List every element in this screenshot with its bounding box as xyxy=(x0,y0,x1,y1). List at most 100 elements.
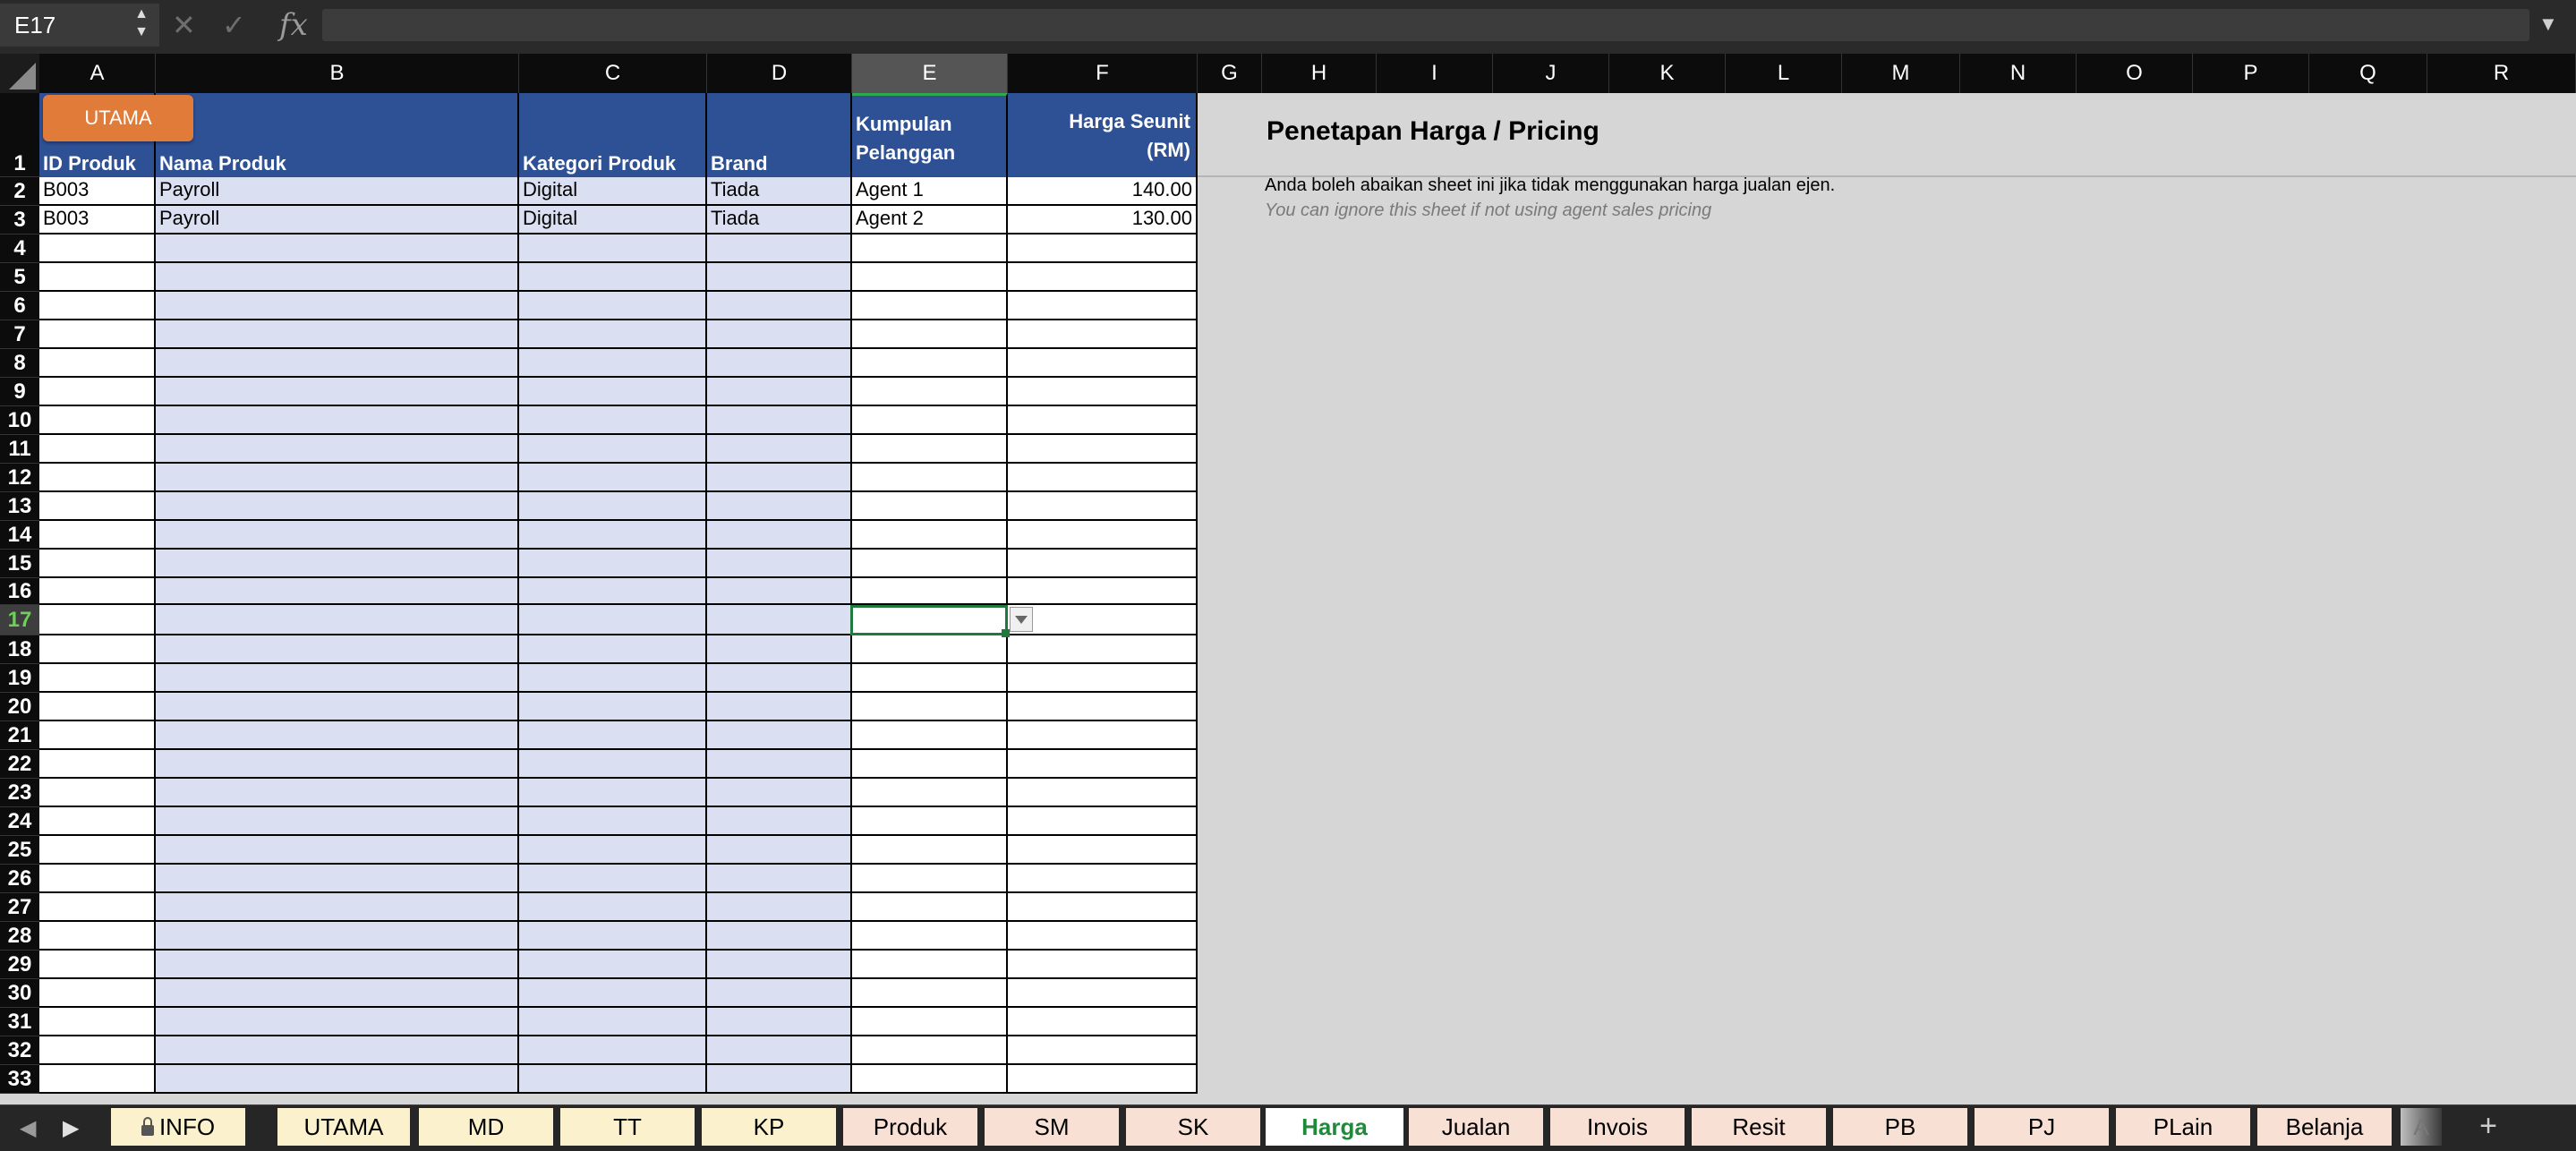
column-header-g[interactable]: G xyxy=(1198,54,1262,93)
cell-f18[interactable] xyxy=(1008,635,1198,664)
column-header-d[interactable]: D xyxy=(707,54,852,93)
cell-a4[interactable] xyxy=(39,234,156,263)
sheet-tab-kp[interactable]: KP xyxy=(702,1108,836,1146)
row-header-14[interactable]: 14 xyxy=(0,521,39,550)
cell-c11[interactable] xyxy=(519,435,707,464)
cell-a26[interactable] xyxy=(39,865,156,893)
cell-e2[interactable]: Agent 1 xyxy=(852,177,1008,206)
cell-c28[interactable] xyxy=(519,922,707,951)
cell-e10[interactable] xyxy=(852,406,1008,435)
row-header-31[interactable]: 31 xyxy=(0,1008,39,1036)
cell-c9[interactable] xyxy=(519,378,707,406)
sheet-tab-utama[interactable]: UTAMA xyxy=(277,1108,410,1146)
cell-b23[interactable] xyxy=(156,779,519,807)
row-header-6[interactable]: 6 xyxy=(0,292,39,320)
cell-c32[interactable] xyxy=(519,1036,707,1065)
cell-d4[interactable] xyxy=(707,234,852,263)
cell-c20[interactable] xyxy=(519,693,707,721)
cell-f11[interactable] xyxy=(1008,435,1198,464)
row-header-10[interactable]: 10 xyxy=(0,406,39,435)
cell-d25[interactable] xyxy=(707,836,852,865)
cell-b21[interactable] xyxy=(156,721,519,750)
cell-f23[interactable] xyxy=(1008,779,1198,807)
cell-f30[interactable] xyxy=(1008,979,1198,1008)
row-header-26[interactable]: 26 xyxy=(0,865,39,893)
row-header-2[interactable]: 2 xyxy=(0,177,39,206)
function-icon[interactable]: fx xyxy=(279,5,308,45)
cell-a17[interactable] xyxy=(39,605,156,635)
row-header-18[interactable]: 18 xyxy=(0,635,39,664)
cell-b10[interactable] xyxy=(156,406,519,435)
cell-b11[interactable] xyxy=(156,435,519,464)
cell-c7[interactable] xyxy=(519,320,707,349)
header-cell-e[interactable]: Kumpulan Pelanggan xyxy=(852,93,1008,177)
cell-f3[interactable]: 130.00 xyxy=(1008,206,1198,234)
cell-e31[interactable] xyxy=(852,1008,1008,1036)
column-header-o[interactable]: O xyxy=(2077,54,2193,93)
cell-f33[interactable] xyxy=(1008,1065,1198,1094)
cell-a14[interactable] xyxy=(39,521,156,550)
cell-b33[interactable] xyxy=(156,1065,519,1094)
cell-d21[interactable] xyxy=(707,721,852,750)
row-header-9[interactable]: 9 xyxy=(0,378,39,406)
cell-c14[interactable] xyxy=(519,521,707,550)
cell-e8[interactable] xyxy=(852,349,1008,378)
cell-c25[interactable] xyxy=(519,836,707,865)
column-header-n[interactable]: N xyxy=(1960,54,2077,93)
cell-b31[interactable] xyxy=(156,1008,519,1036)
cell-f4[interactable] xyxy=(1008,234,1198,263)
cell-e12[interactable] xyxy=(852,464,1008,492)
cell-e33[interactable] xyxy=(852,1065,1008,1094)
cell-b6[interactable] xyxy=(156,292,519,320)
cell-c31[interactable] xyxy=(519,1008,707,1036)
cell-b24[interactable] xyxy=(156,807,519,836)
row-header-16[interactable]: 16 xyxy=(0,578,39,605)
row-header-5[interactable]: 5 xyxy=(0,263,39,292)
cell-e22[interactable] xyxy=(852,750,1008,779)
row-header-24[interactable]: 24 xyxy=(0,807,39,836)
cell-b22[interactable] xyxy=(156,750,519,779)
cell-f17[interactable] xyxy=(1008,605,1198,635)
cell-a8[interactable] xyxy=(39,349,156,378)
sheet-tab-invois[interactable]: Invois xyxy=(1550,1108,1685,1146)
cell-a18[interactable] xyxy=(39,635,156,664)
cell-a5[interactable] xyxy=(39,263,156,292)
cell-d6[interactable] xyxy=(707,292,852,320)
cell-b20[interactable] xyxy=(156,693,519,721)
cell-f8[interactable] xyxy=(1008,349,1198,378)
cell-d31[interactable] xyxy=(707,1008,852,1036)
cell-d33[interactable] xyxy=(707,1065,852,1094)
cell-a24[interactable] xyxy=(39,807,156,836)
cell-d2[interactable]: Tiada xyxy=(707,177,852,206)
cell-e15[interactable] xyxy=(852,550,1008,578)
cell-a25[interactable] xyxy=(39,836,156,865)
cell-c12[interactable] xyxy=(519,464,707,492)
row-header-29[interactable]: 29 xyxy=(0,951,39,979)
cell-f13[interactable] xyxy=(1008,492,1198,521)
column-header-k[interactable]: K xyxy=(1609,54,1726,93)
fill-handle[interactable] xyxy=(1002,629,1010,637)
cell-b4[interactable] xyxy=(156,234,519,263)
cell-c13[interactable] xyxy=(519,492,707,521)
add-sheet-icon[interactable]: + xyxy=(2470,1108,2506,1146)
cell-f15[interactable] xyxy=(1008,550,1198,578)
cell-e19[interactable] xyxy=(852,664,1008,693)
cell-e20[interactable] xyxy=(852,693,1008,721)
cell-c19[interactable] xyxy=(519,664,707,693)
cell-c3[interactable]: Digital xyxy=(519,206,707,234)
cell-e16[interactable] xyxy=(852,578,1008,605)
cell-a15[interactable] xyxy=(39,550,156,578)
cell-a6[interactable] xyxy=(39,292,156,320)
cell-b19[interactable] xyxy=(156,664,519,693)
cell-b18[interactable] xyxy=(156,635,519,664)
cell-c22[interactable] xyxy=(519,750,707,779)
utama-button[interactable]: UTAMA xyxy=(43,95,193,141)
cell-b13[interactable] xyxy=(156,492,519,521)
header-cell-c[interactable]: Kategori Produk xyxy=(519,93,707,177)
cell-f32[interactable] xyxy=(1008,1036,1198,1065)
cell-c21[interactable] xyxy=(519,721,707,750)
name-box-spinner-icon[interactable]: ▲ ▼ xyxy=(131,5,152,45)
row-header-33[interactable]: 33 xyxy=(0,1065,39,1094)
row-header-30[interactable]: 30 xyxy=(0,979,39,1008)
row-header-22[interactable]: 22 xyxy=(0,750,39,779)
